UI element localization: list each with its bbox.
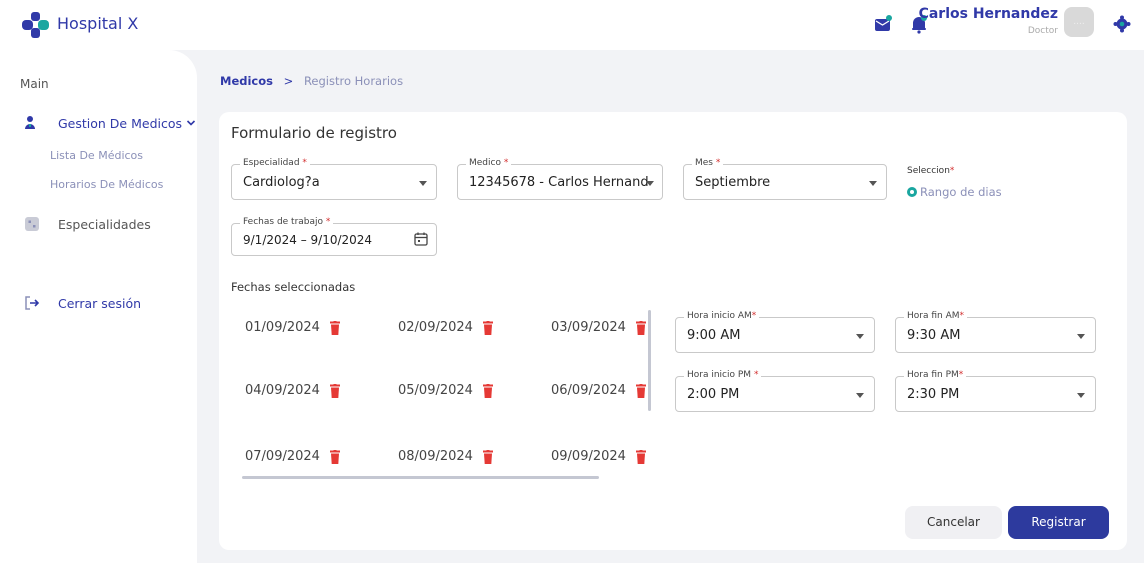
user-name[interactable]: Carlos Hernandez xyxy=(919,6,1058,22)
date-item: 06/09/2024 xyxy=(551,383,646,398)
brand-name: Hospital X xyxy=(57,14,139,33)
trash-icon[interactable] xyxy=(635,320,646,335)
date-item: 08/09/2024 xyxy=(398,449,493,464)
sidebar-section-title: Main xyxy=(20,77,49,91)
medico-label: Medico * xyxy=(466,158,512,168)
gear-icon[interactable] xyxy=(1113,15,1131,33)
sidebar-item-label: Gestion De Medicos xyxy=(58,115,183,131)
specialties-icon xyxy=(25,217,39,231)
chevron-down-icon xyxy=(419,181,427,186)
trash-icon[interactable] xyxy=(635,449,646,464)
chevron-down-icon xyxy=(1077,393,1085,398)
vertical-scrollbar[interactable] xyxy=(648,310,651,411)
logout-label: Cerrar sesión xyxy=(58,295,142,311)
hora-inicio-pm-label: Hora inicio PM * xyxy=(684,370,762,380)
fechas-trabajo-label: Fechas de trabajo * xyxy=(240,217,334,227)
date-item: 07/09/2024 xyxy=(245,449,340,464)
avatar[interactable]: .... xyxy=(1064,7,1094,37)
user-role: Doctor xyxy=(1027,26,1058,36)
mes-value: Septiembre xyxy=(695,175,771,190)
hora-fin-pm-label: Hora fin PM* xyxy=(904,370,967,380)
sidebar-item-especialidades[interactable]: Especialidades xyxy=(24,216,151,232)
hora-fin-am-label: Hora fin AM* xyxy=(904,311,968,321)
hora-inicio-pm-value: 2:00 PM xyxy=(687,387,740,402)
fechas-trabajo-value: 9/1/2024 – 9/10/2024 xyxy=(243,233,373,247)
seleccion-label: Seleccion* xyxy=(907,166,955,176)
date-item: 01/09/2024 xyxy=(245,320,340,335)
doctor-icon xyxy=(25,116,35,129)
date-item: 02/09/2024 xyxy=(398,320,493,335)
chevron-down-icon xyxy=(869,181,877,186)
sidebar-item-horarios-medicos[interactable]: Horarios De Médicos xyxy=(50,178,163,191)
breadcrumb-parent[interactable]: Medicos xyxy=(220,74,273,88)
horizontal-scrollbar[interactable] xyxy=(242,476,599,479)
logo-icon xyxy=(22,12,49,38)
sidebar-item-gestion-medicos[interactable]: Gestion De Medicos xyxy=(24,115,196,131)
top-bar: Hospital X Carlos Hernandez Doctor .... xyxy=(0,0,1144,50)
medico-select[interactable]: Medico * 12345678 - Carlos Hernand... xyxy=(457,158,663,200)
logout-button[interactable]: Cerrar sesión xyxy=(24,295,141,311)
breadcrumb-current: Registro Horarios xyxy=(303,74,404,88)
mes-label: Mes * xyxy=(692,158,724,168)
rango-dias-label[interactable]: Rango de dias xyxy=(920,185,1002,199)
sidebar-item-lista-medicos[interactable]: Lista De Médicos xyxy=(50,149,143,162)
medico-value: 12345678 - Carlos Hernand... xyxy=(469,175,649,190)
date-item: 03/09/2024 xyxy=(551,320,646,335)
chevron-down-icon xyxy=(856,334,864,339)
rango-dias-radio[interactable] xyxy=(907,187,917,197)
mes-select[interactable]: Mes * Septiembre xyxy=(683,158,887,200)
hora-inicio-pm-select[interactable]: Hora inicio PM * 2:00 PM xyxy=(675,370,875,412)
trash-icon[interactable] xyxy=(329,383,340,398)
breadcrumb: Medicos > Registro Horarios xyxy=(220,74,403,88)
selected-dates-title: Fechas seleccionadas xyxy=(231,280,356,294)
logout-icon xyxy=(25,296,40,310)
trash-icon[interactable] xyxy=(482,383,493,398)
chevron-down-icon xyxy=(186,120,196,126)
hora-fin-pm-select[interactable]: Hora fin PM* 2:30 PM xyxy=(895,370,1096,412)
breadcrumb-separator: > xyxy=(283,74,294,88)
hora-inicio-am-value: 9:00 AM xyxy=(687,328,741,343)
trash-icon[interactable] xyxy=(482,449,493,464)
hora-inicio-am-label: Hora inicio AM* xyxy=(684,311,760,321)
hora-fin-am-select[interactable]: Hora fin AM* 9:30 AM xyxy=(895,311,1096,353)
hora-fin-am-value: 9:30 AM xyxy=(907,328,961,343)
trash-icon[interactable] xyxy=(329,449,340,464)
form-title: Formulario de registro xyxy=(231,124,397,142)
hora-fin-pm-value: 2:30 PM xyxy=(907,387,960,402)
sidebar-item-label: Especialidades xyxy=(58,216,151,232)
trash-icon[interactable] xyxy=(482,320,493,335)
trash-icon[interactable] xyxy=(329,320,340,335)
chevron-down-icon xyxy=(856,393,864,398)
date-item: 09/09/2024 xyxy=(551,449,646,464)
chevron-down-icon xyxy=(1077,334,1085,339)
date-item: 05/09/2024 xyxy=(398,383,493,398)
especialidad-select[interactable]: Especialidad * Cardiolog?a xyxy=(231,158,437,200)
trash-icon[interactable] xyxy=(635,383,646,398)
fechas-trabajo-field[interactable]: Fechas de trabajo * 9/1/2024 – 9/10/2024 xyxy=(231,217,437,256)
calendar-icon[interactable] xyxy=(414,232,428,246)
hora-inicio-am-select[interactable]: Hora inicio AM* 9:00 AM xyxy=(675,311,875,353)
chevron-down-icon xyxy=(646,181,654,186)
cancel-button[interactable]: Cancelar xyxy=(905,506,1002,539)
date-item: 04/09/2024 xyxy=(245,383,340,398)
mail-icon[interactable] xyxy=(873,14,893,34)
register-button[interactable]: Registrar xyxy=(1008,506,1109,539)
especialidad-value: Cardiolog?a xyxy=(243,175,320,190)
especialidad-label: Especialidad * xyxy=(240,158,310,168)
